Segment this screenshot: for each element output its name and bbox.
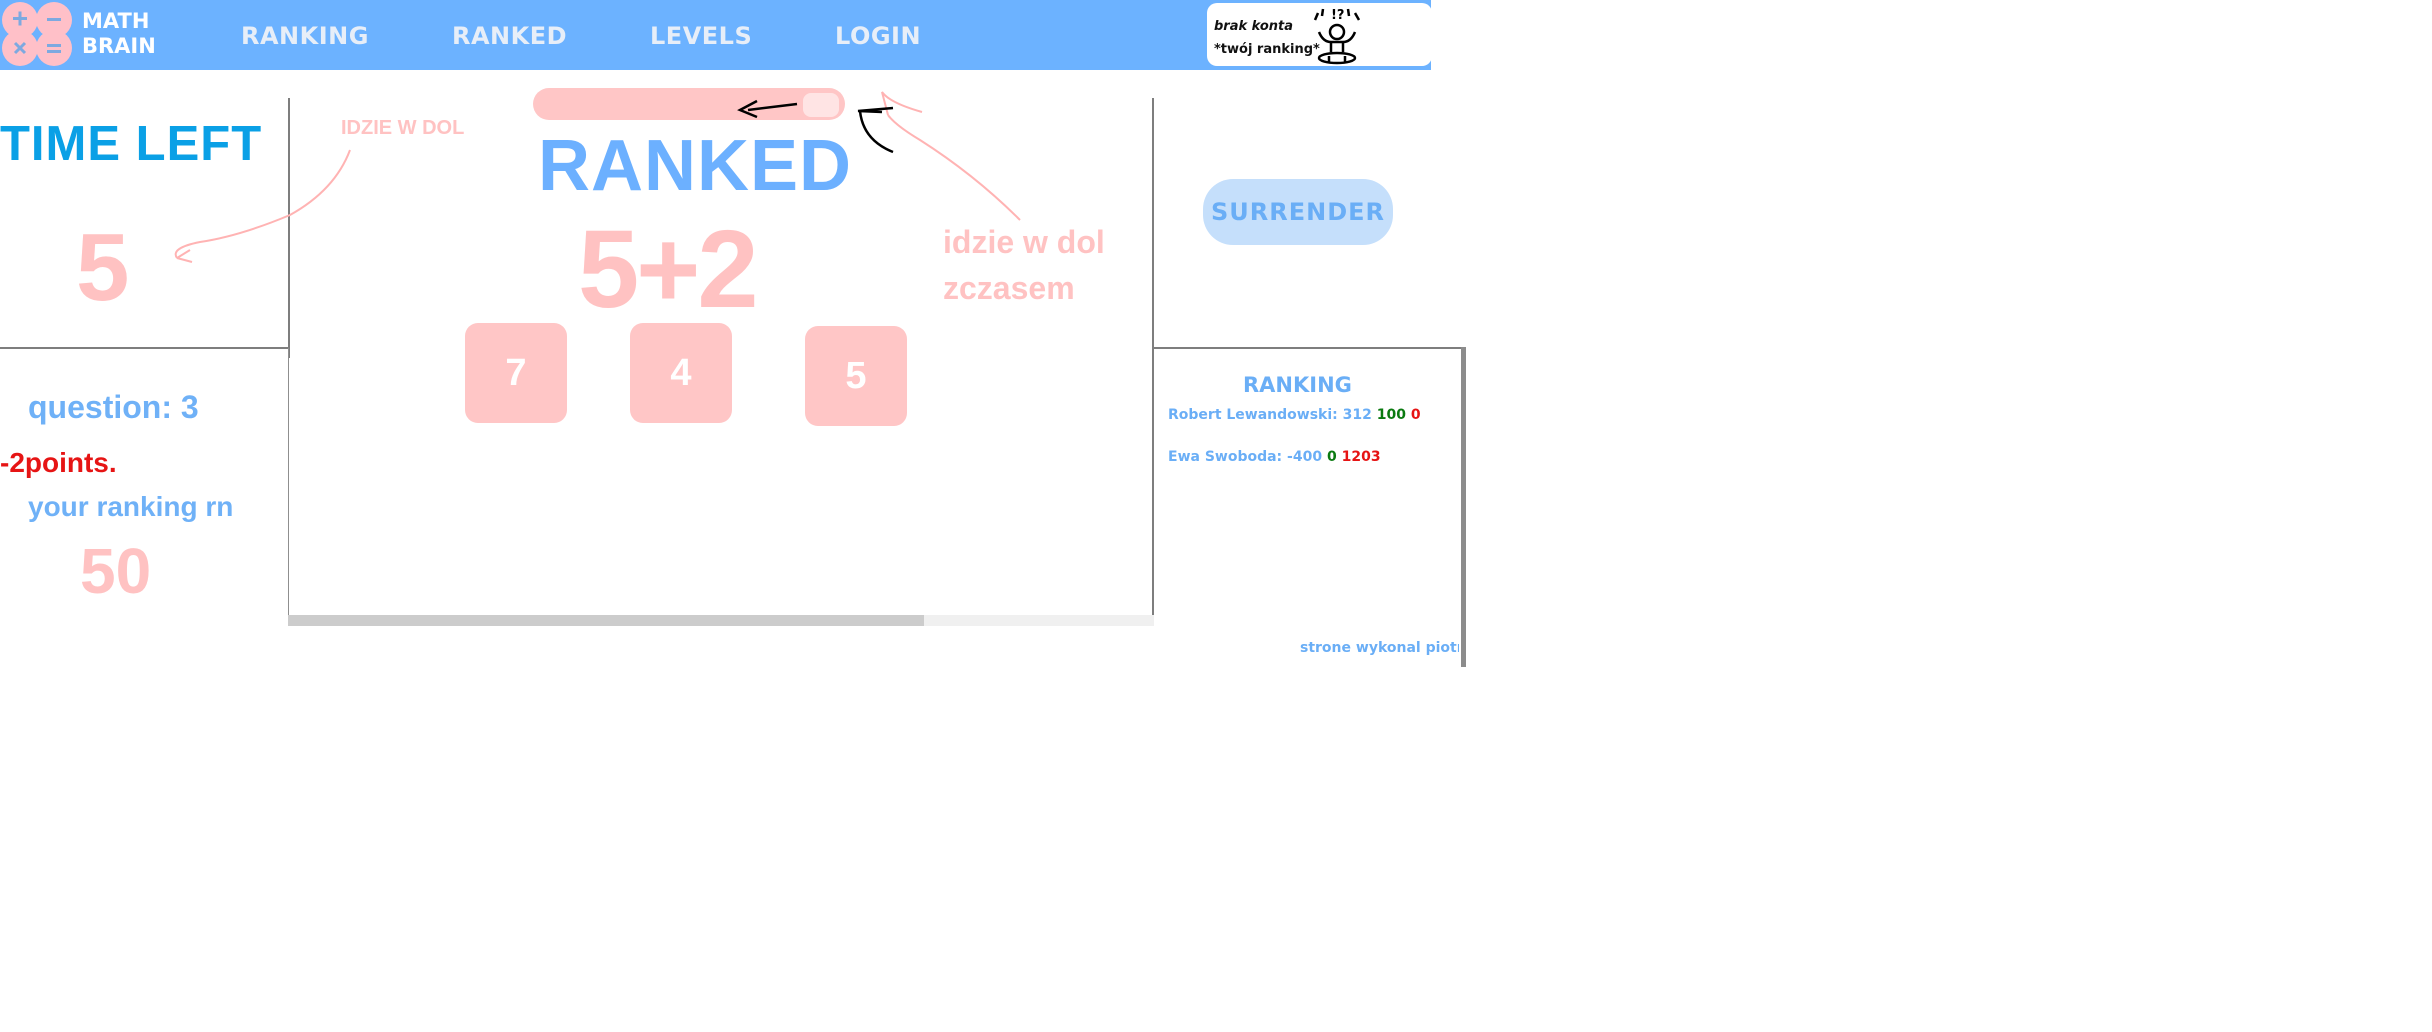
ranking-row: Robert Lewandowski: 312 100 0 xyxy=(1168,407,1421,423)
ranking-player-score: 312 xyxy=(1342,407,1372,423)
right-scrollbar[interactable] xyxy=(1461,347,1466,667)
footer-credit: strone wykonal piotrek xyxy=(1300,640,1459,656)
ranking-player-losses: 0 xyxy=(1410,407,1421,423)
ranking-row: Ewa Swoboda: -400 0 1203 xyxy=(1168,449,1381,465)
annotation-arrows xyxy=(174,91,1021,263)
ranking-player-losses: 1203 xyxy=(1341,449,1381,465)
ranking-player-wins: 0 xyxy=(1326,449,1337,465)
surrender-button[interactable]: SURRENDER xyxy=(1203,179,1393,245)
ranking-player-name: Ewa Swoboda: xyxy=(1168,449,1283,465)
ranking-player-name: Robert Lewandowski: xyxy=(1168,407,1338,423)
pink-arrow-to-bar-icon xyxy=(881,91,1021,221)
right-divider xyxy=(1152,347,1464,349)
black-arrow-on-bar-icon xyxy=(737,99,894,154)
ranking-player-wins: 100 xyxy=(1376,407,1406,423)
ranking-player-score: -400 xyxy=(1287,449,1323,465)
ranking-title: RANKING xyxy=(1243,373,1352,397)
pink-arrow-to-timer-icon xyxy=(174,149,351,263)
